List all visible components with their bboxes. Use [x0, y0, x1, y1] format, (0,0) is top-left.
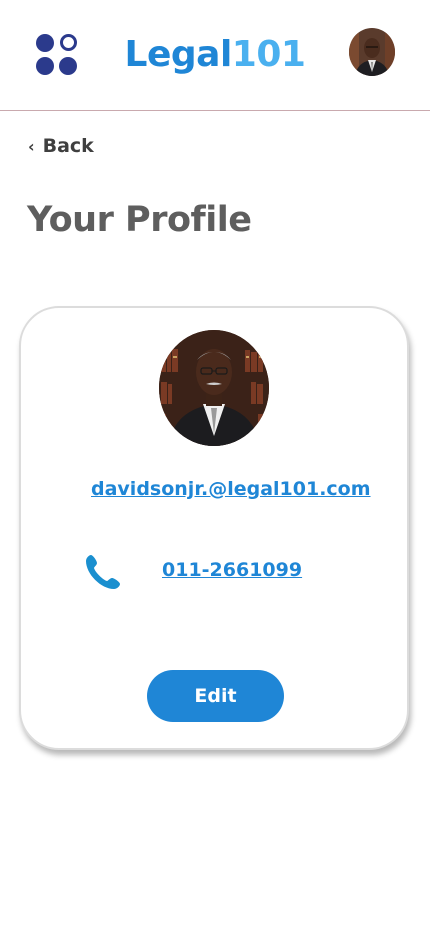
phone-link[interactable]: 011-2661099	[162, 559, 302, 581]
chevron-left-icon: ‹	[28, 136, 35, 156]
logo-text: Legal	[124, 34, 233, 75]
logo-number: 101	[231, 34, 306, 75]
email-link[interactable]: davidsonjr.@legal101.com	[91, 478, 371, 500]
edit-button[interactable]: Edit	[147, 670, 284, 722]
back-label: Back	[42, 135, 94, 157]
profile-card: davidsonjr.@legal101.com 011-2661099 Edi…	[19, 306, 409, 750]
app-header: Legal101	[0, 0, 430, 111]
avatar-image	[349, 28, 395, 76]
page-title: Your Profile	[27, 200, 252, 240]
profile-photo	[159, 330, 269, 446]
phone-icon	[86, 555, 120, 589]
user-avatar[interactable]	[349, 28, 395, 76]
profile-image	[159, 330, 269, 446]
profile-screen: Legal101 ‹ Back Your Profile davidsonjr.…	[0, 0, 430, 932]
back-link[interactable]: ‹ Back	[28, 132, 94, 160]
